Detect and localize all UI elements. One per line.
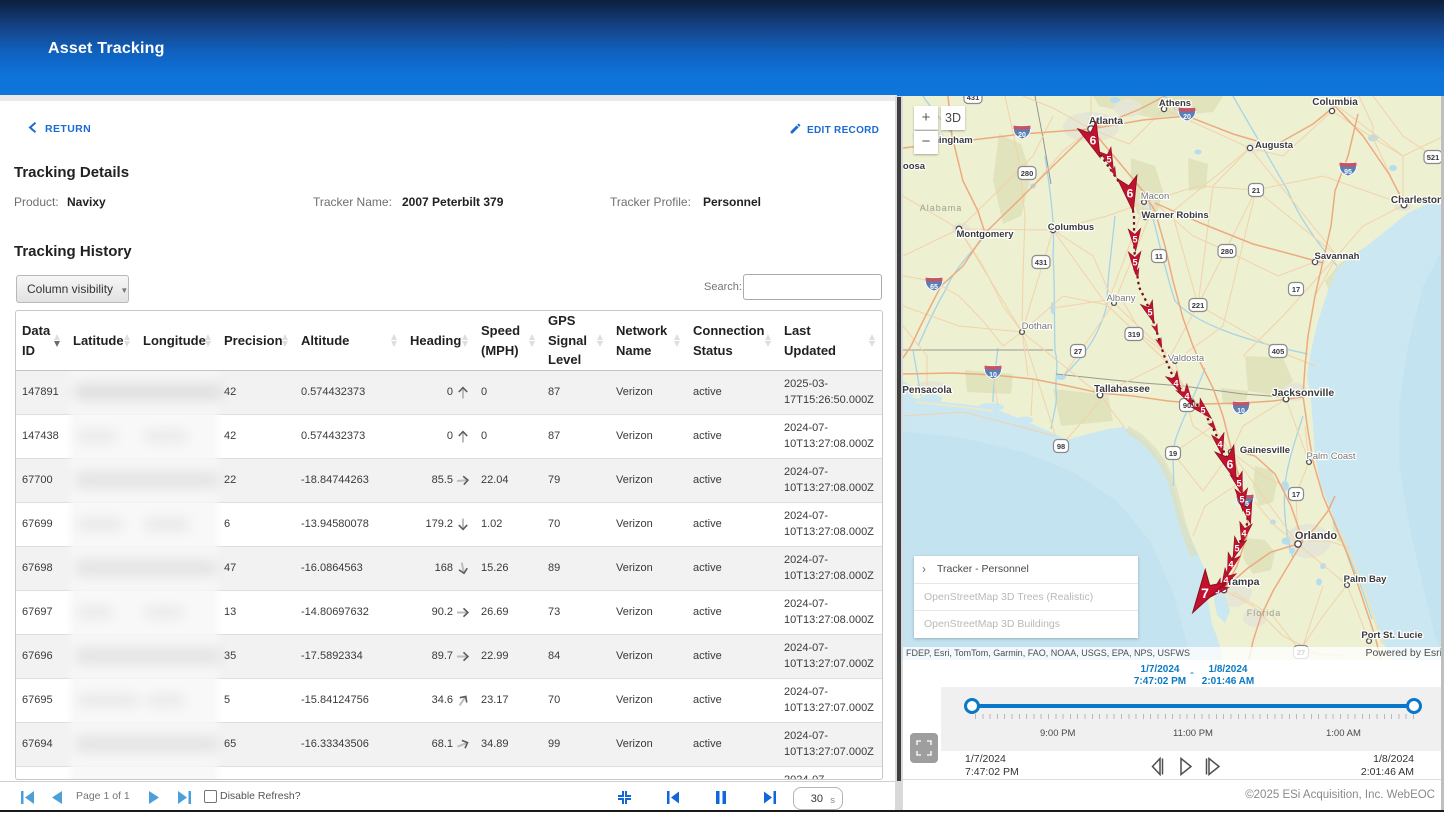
svg-text:4: 4: [1184, 391, 1189, 401]
svg-text:21: 21: [1252, 186, 1260, 195]
svg-text:Orlando: Orlando: [1295, 530, 1337, 542]
svg-text:5: 5: [1236, 478, 1241, 488]
svg-text:20: 20: [1183, 114, 1191, 121]
svg-text:Savannah: Savannah: [1315, 251, 1360, 262]
svg-text:Pensacola: Pensacola: [903, 385, 952, 396]
svg-text:Jacksonville: Jacksonville: [1272, 387, 1335, 399]
svg-text:95: 95: [1344, 169, 1352, 176]
svg-text:Florida: Florida: [1247, 608, 1282, 618]
svg-text:521: 521: [1427, 153, 1440, 162]
svg-text:319: 319: [1128, 330, 1141, 339]
svg-text:Charleston: Charleston: [1391, 195, 1443, 206]
svg-text:Albany: Albany: [1106, 293, 1135, 304]
svg-text:5: 5: [1147, 307, 1152, 317]
svg-text:Gainesville: Gainesville: [1240, 445, 1290, 456]
svg-text:5: 5: [1200, 405, 1205, 415]
svg-text:5: 5: [1106, 154, 1111, 164]
svg-text:431: 431: [967, 96, 980, 102]
svg-text:280: 280: [1021, 169, 1034, 178]
svg-text:17: 17: [1292, 285, 1300, 294]
svg-text:17: 17: [1292, 490, 1300, 499]
svg-text:20: 20: [1018, 132, 1026, 139]
svg-text:Warner Robins: Warner Robins: [1141, 210, 1208, 221]
svg-text:Palm Coast: Palm Coast: [1306, 451, 1355, 462]
svg-text:Dothan: Dothan: [1022, 321, 1053, 332]
svg-text:4: 4: [1241, 528, 1246, 538]
svg-text:4: 4: [1228, 559, 1233, 569]
svg-text:5: 5: [1239, 494, 1244, 504]
svg-text:10: 10: [989, 372, 997, 379]
svg-text:Columbus: Columbus: [1048, 222, 1094, 233]
svg-text:5: 5: [1132, 257, 1137, 267]
svg-text:6: 6: [1127, 186, 1134, 200]
svg-text:405: 405: [1272, 347, 1285, 356]
svg-text:Tallahassee: Tallahassee: [1094, 384, 1150, 395]
svg-text:221: 221: [1192, 301, 1205, 310]
svg-text:280: 280: [1221, 247, 1234, 256]
svg-text:5: 5: [1132, 234, 1137, 244]
svg-text:Valdosta: Valdosta: [1168, 353, 1205, 364]
svg-text:Palm Bay: Palm Bay: [1344, 574, 1387, 585]
svg-text:6: 6: [1090, 133, 1097, 147]
svg-text:431: 431: [1035, 258, 1048, 267]
svg-text:6: 6: [1227, 457, 1234, 471]
svg-text:Augusta: Augusta: [1255, 140, 1294, 151]
svg-text:Montgomery: Montgomery: [957, 229, 1015, 240]
svg-text:Alabama: Alabama: [920, 203, 963, 213]
svg-text:10: 10: [1237, 408, 1245, 415]
svg-text:5: 5: [1245, 507, 1250, 517]
svg-text:5: 5: [1234, 543, 1239, 553]
svg-text:Columbia: Columbia: [1312, 97, 1358, 108]
svg-text:Macon: Macon: [1141, 191, 1170, 202]
svg-text:98: 98: [1057, 442, 1065, 451]
svg-text:65: 65: [930, 284, 938, 291]
svg-text:11: 11: [1155, 252, 1163, 261]
svg-text:Port St. Lucie: Port St. Lucie: [1361, 630, 1422, 641]
svg-text:4: 4: [1217, 439, 1222, 449]
svg-text:27: 27: [1074, 347, 1082, 356]
svg-text:7: 7: [1201, 585, 1209, 601]
svg-text:Athens: Athens: [1159, 98, 1191, 109]
svg-text:4: 4: [1173, 378, 1178, 388]
svg-text:oosa: oosa: [903, 161, 926, 172]
svg-text:19: 19: [1169, 449, 1177, 458]
